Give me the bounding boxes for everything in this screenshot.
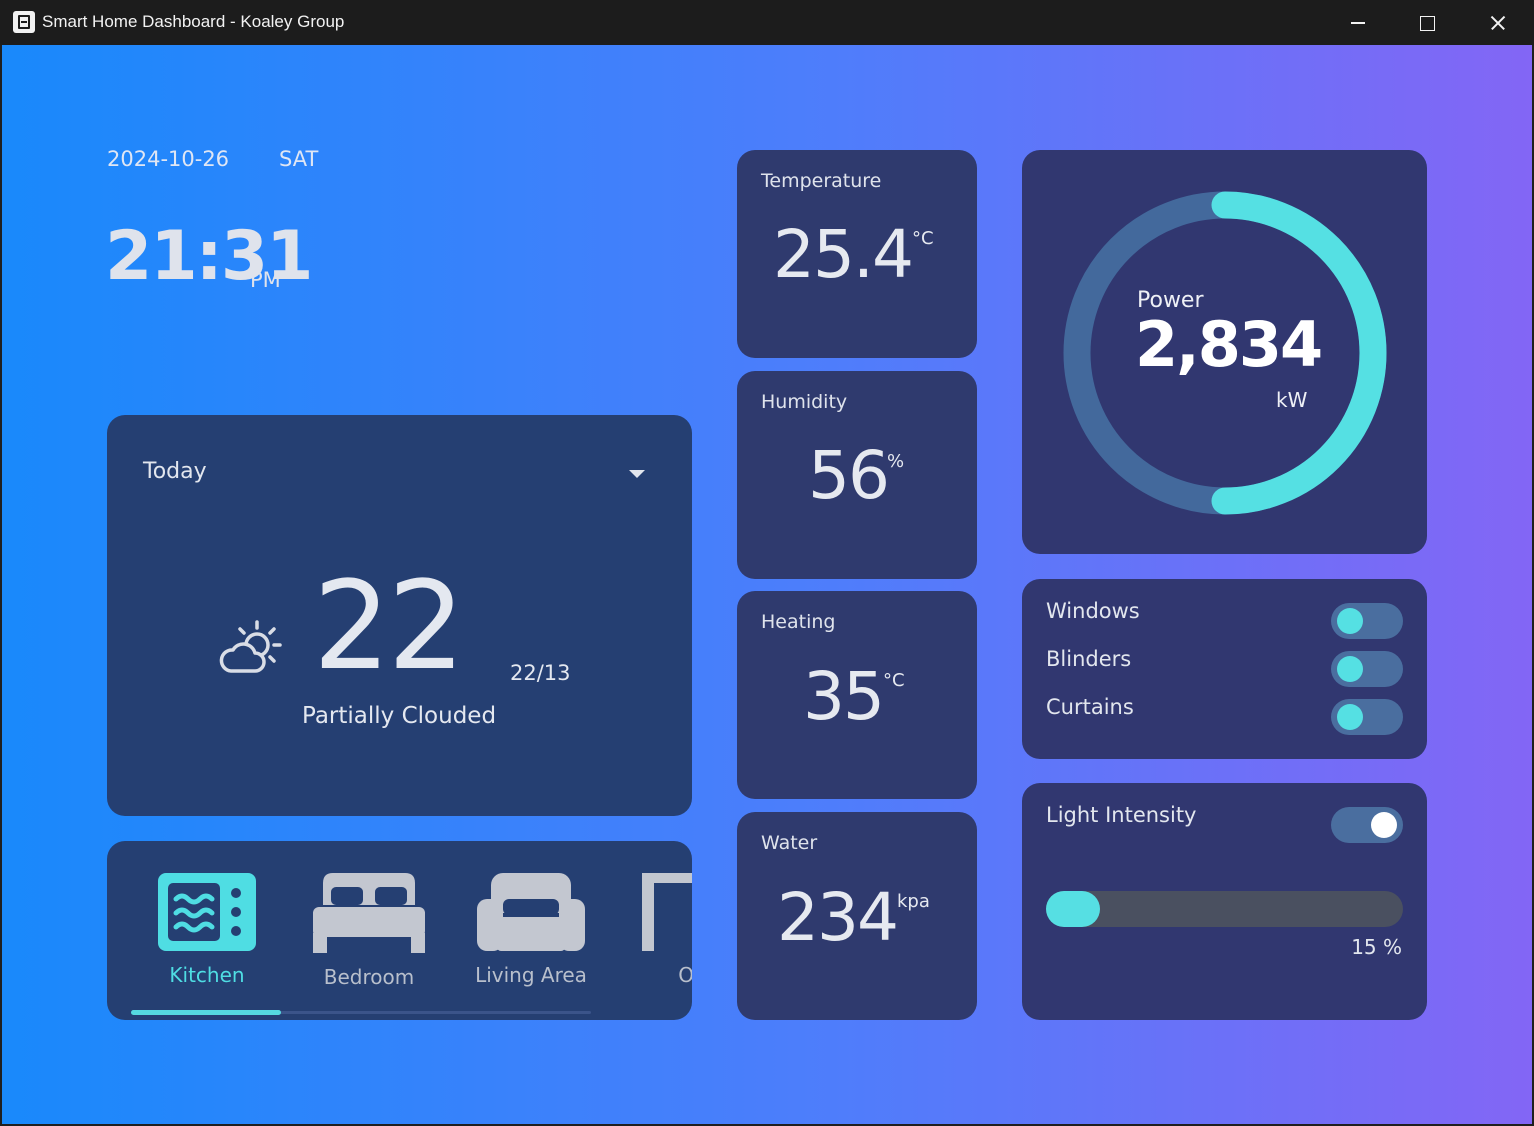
stat-label: Water: [761, 832, 818, 854]
clock-ampm: PM: [250, 268, 281, 292]
light-intensity-fill[interactable]: [1046, 891, 1100, 927]
covers-card: Windows Blinders Curtains: [1022, 579, 1427, 759]
toggle-knob: [1337, 608, 1363, 634]
blinders-toggle[interactable]: [1331, 651, 1403, 687]
partly-cloudy-icon: [217, 615, 289, 687]
stat-value: 56: [808, 437, 890, 514]
room-office[interactable]: Off: [623, 873, 692, 987]
light-intensity-label: Light Intensity: [1046, 803, 1197, 827]
stat-unit: %: [887, 451, 905, 472]
temperature-card: Temperature 25.4 °C: [737, 150, 977, 358]
minimize-button[interactable]: [1326, 0, 1390, 45]
weather-period-label: Today: [143, 459, 207, 484]
room-living-area[interactable]: Living Area: [461, 873, 601, 987]
power-card: Power 2,834 kW: [1022, 150, 1427, 554]
stat-unit: °C: [883, 670, 905, 691]
date-text: 2024-10-26: [107, 147, 230, 171]
stat-label: Humidity: [761, 391, 848, 413]
close-button[interactable]: [1465, 0, 1529, 45]
water-card: Water 234 kpa: [737, 812, 977, 1020]
app-icon: [13, 11, 35, 33]
curtains-toggle[interactable]: [1331, 699, 1403, 735]
switch-label-blinders: Blinders: [1046, 647, 1132, 671]
stat-unit: kpa: [897, 891, 930, 912]
toggle-knob: [1337, 704, 1363, 730]
room-label: Living Area: [475, 963, 587, 987]
maximize-button[interactable]: [1395, 0, 1459, 45]
kitchen-icon: [158, 873, 256, 951]
room-kitchen[interactable]: Kitchen: [137, 873, 277, 987]
stat-label: Heating: [761, 611, 836, 633]
light-intensity-card: Light Intensity 15 %: [1022, 783, 1427, 1020]
weather-condition: Partially Clouded: [302, 703, 497, 729]
switch-label-curtains: Curtains: [1046, 695, 1134, 719]
window-title: Smart Home Dashboard - Koaley Group: [42, 12, 345, 31]
room-label: Off: [678, 963, 692, 987]
windows-toggle[interactable]: [1331, 603, 1403, 639]
office-icon: [642, 873, 692, 951]
stat-unit: °C: [912, 228, 934, 249]
toggle-knob: [1371, 812, 1397, 838]
rooms-carousel[interactable]: Kitchen Bedroom Living Area O: [107, 841, 692, 1020]
light-intensity-percent: 15 %: [1351, 935, 1402, 959]
room-bedroom[interactable]: Bedroom: [299, 873, 439, 989]
room-label: Kitchen: [169, 963, 245, 987]
day-text: SAT: [279, 147, 319, 171]
stat-value: 25.4: [773, 216, 914, 293]
rooms-scroll-thumb[interactable]: [131, 1010, 281, 1015]
toggle-knob: [1337, 656, 1363, 682]
weather-card: Today 22 22/13 Partially Clouded: [107, 415, 692, 816]
stat-value: 234: [777, 879, 899, 956]
weather-temperature: 22: [313, 555, 465, 697]
room-label: Bedroom: [323, 965, 415, 989]
power-unit: kW: [1276, 388, 1308, 412]
humidity-card: Humidity 56 %: [737, 371, 977, 579]
chevron-down-icon[interactable]: [629, 470, 645, 478]
light-toggle[interactable]: [1331, 807, 1403, 843]
weather-high-low: 22/13: [510, 661, 571, 685]
stat-label: Temperature: [761, 170, 882, 192]
heating-card: Heating 35 °C: [737, 591, 977, 799]
switch-label-windows: Windows: [1046, 599, 1140, 623]
dashboard-canvas: 2024-10-26 SAT 21:31 PM Today 22 22/13 P…: [2, 45, 1532, 1124]
stat-value: 35: [803, 658, 885, 735]
window-titlebar: Smart Home Dashboard - Koaley Group: [0, 0, 1534, 45]
sofa-icon: [477, 873, 585, 951]
power-value: 2,834: [1135, 308, 1323, 381]
bed-icon: [313, 873, 425, 953]
